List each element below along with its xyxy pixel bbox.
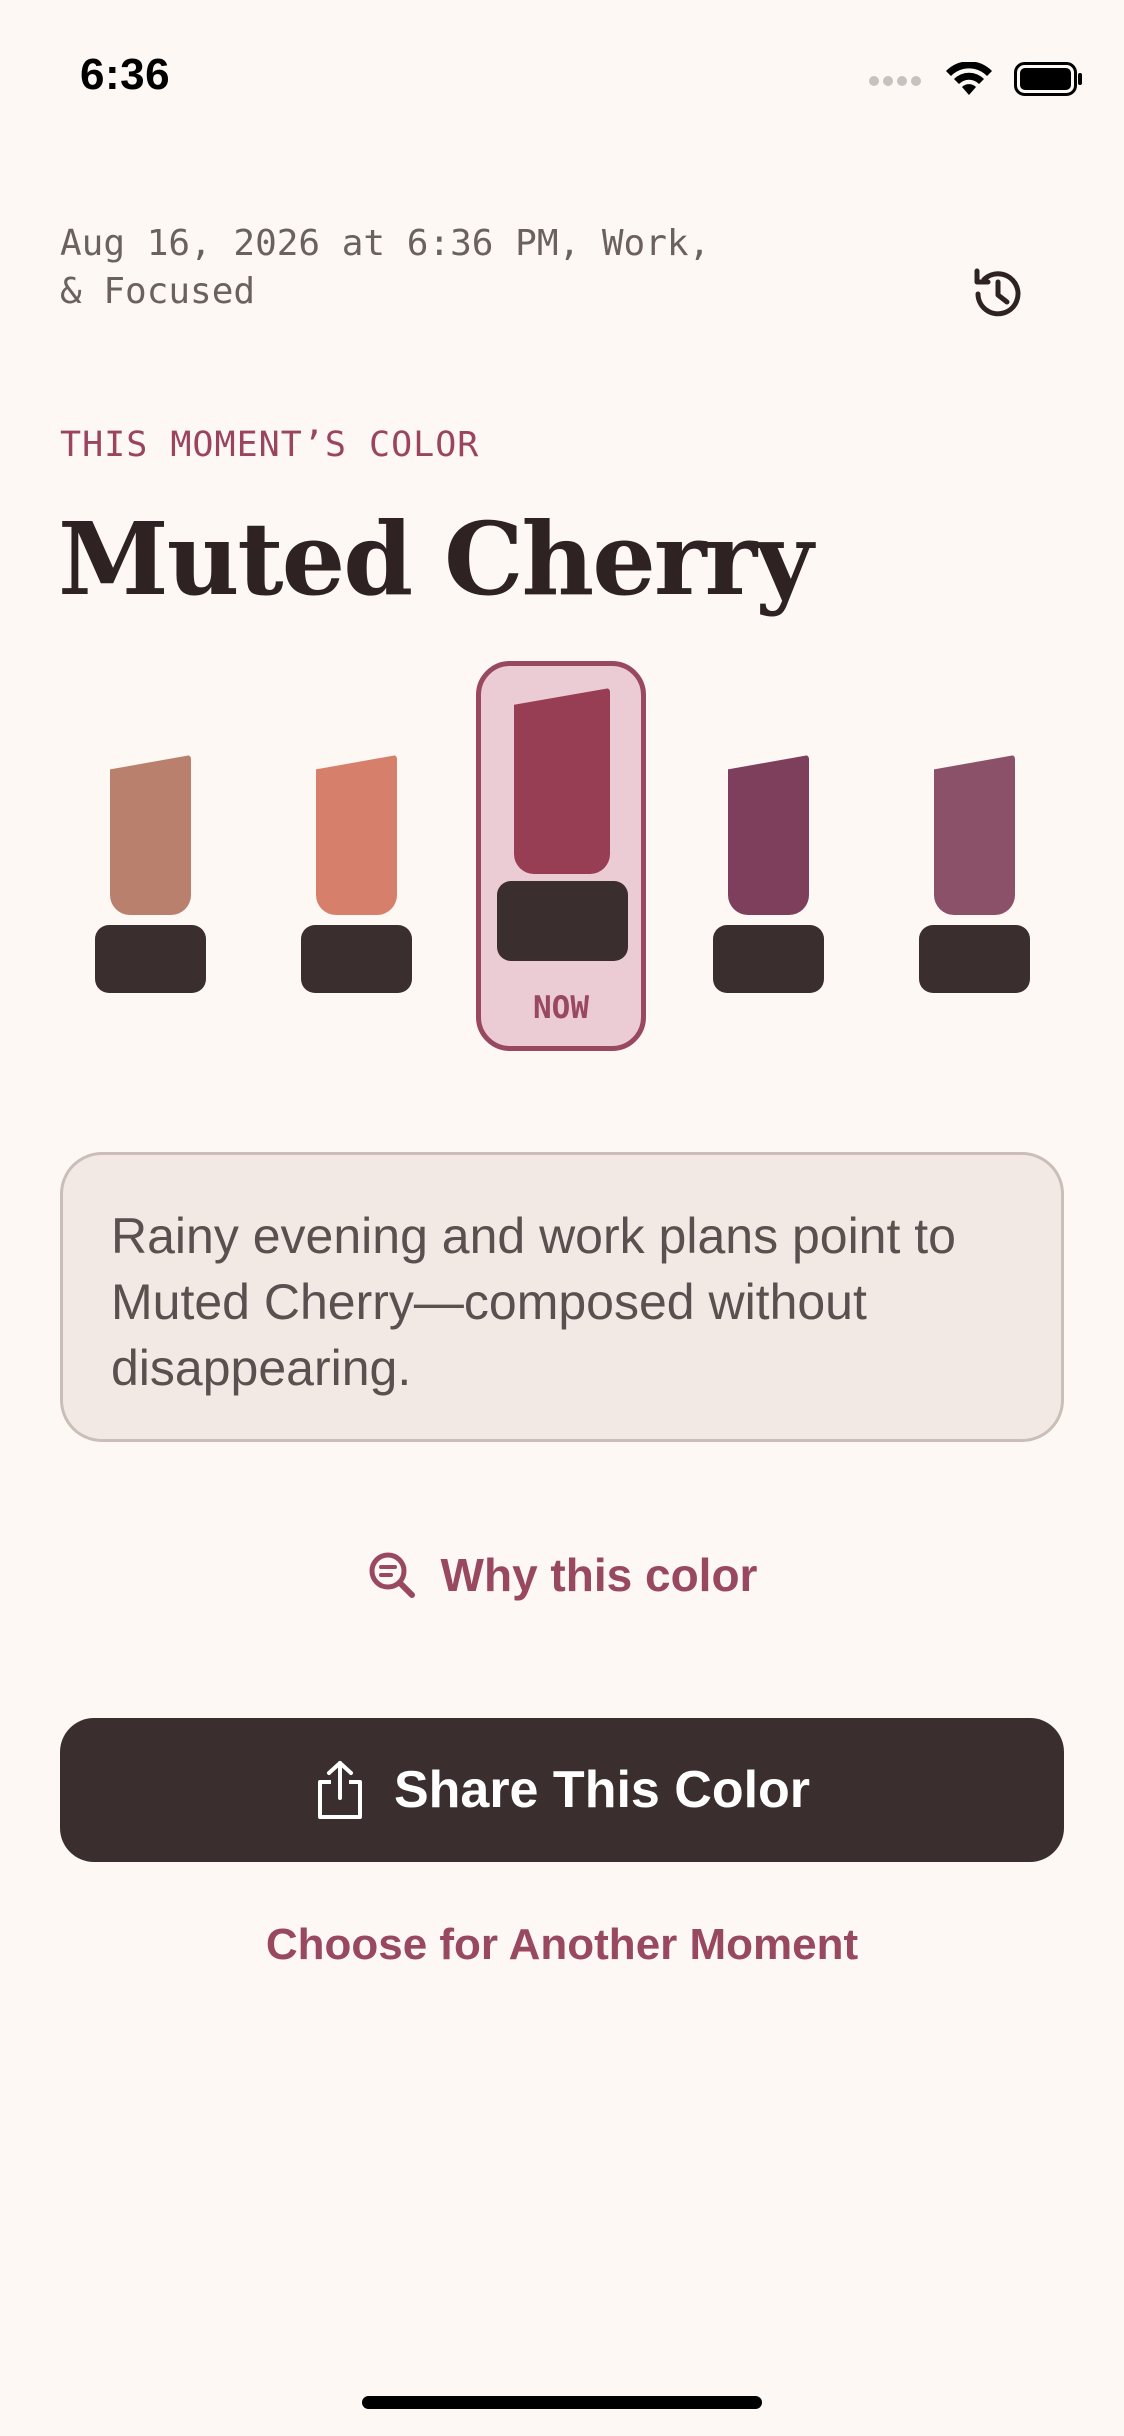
signal-icon	[869, 76, 921, 86]
lipstick-option-5[interactable]	[914, 755, 1034, 995]
choose-another-moment-link[interactable]: Choose for Another Moment	[0, 1920, 1124, 1970]
description-text: Rainy evening and work plans point to Mu…	[111, 1208, 956, 1396]
share-color-label: Share This Color	[393, 1761, 811, 1819]
status-time: 6:36	[80, 50, 171, 99]
lipstick-base	[95, 925, 206, 993]
lipstick-base	[919, 925, 1030, 993]
lipstick-bullet	[514, 688, 610, 874]
history-button[interactable]	[958, 254, 1038, 334]
wifi-icon	[946, 62, 992, 95]
share-color-button[interactable]: Share This Color	[60, 1718, 1064, 1862]
why-this-color-label: Why this color	[440, 1549, 758, 1601]
why-this-color-link[interactable]: Why this color	[0, 1548, 1124, 1602]
share-icon	[317, 1761, 362, 1819]
battery-icon	[1014, 62, 1082, 96]
now-badge: NOW	[533, 990, 589, 1026]
lipstick-option-1[interactable]	[90, 755, 210, 995]
lipstick-bullet	[316, 755, 397, 915]
lipstick-option-4[interactable]	[708, 755, 828, 995]
moment-context: Aug 16, 2026 at 6:36 PM, Work, & Focused	[60, 223, 711, 312]
home-indicator[interactable]	[362, 2396, 762, 2409]
search-detail-icon	[369, 1552, 415, 1598]
lipstick-bullet	[728, 755, 809, 915]
color-name-title: Muted Cherry	[58, 500, 813, 618]
lipstick-base	[301, 925, 412, 993]
history-clock-icon	[974, 268, 1021, 317]
lipstick-base	[497, 881, 628, 961]
description-card: Rainy evening and work plans point to Mu…	[60, 1152, 1064, 1442]
lipstick-bullet	[110, 755, 191, 915]
lipstick-option-2[interactable]	[296, 755, 416, 995]
lipstick-base	[713, 925, 824, 993]
moment-eyebrow: THIS MOMENT’S COLOR	[60, 425, 480, 465]
lipstick-bullet	[934, 755, 1015, 915]
status-icons	[868, 62, 1084, 96]
